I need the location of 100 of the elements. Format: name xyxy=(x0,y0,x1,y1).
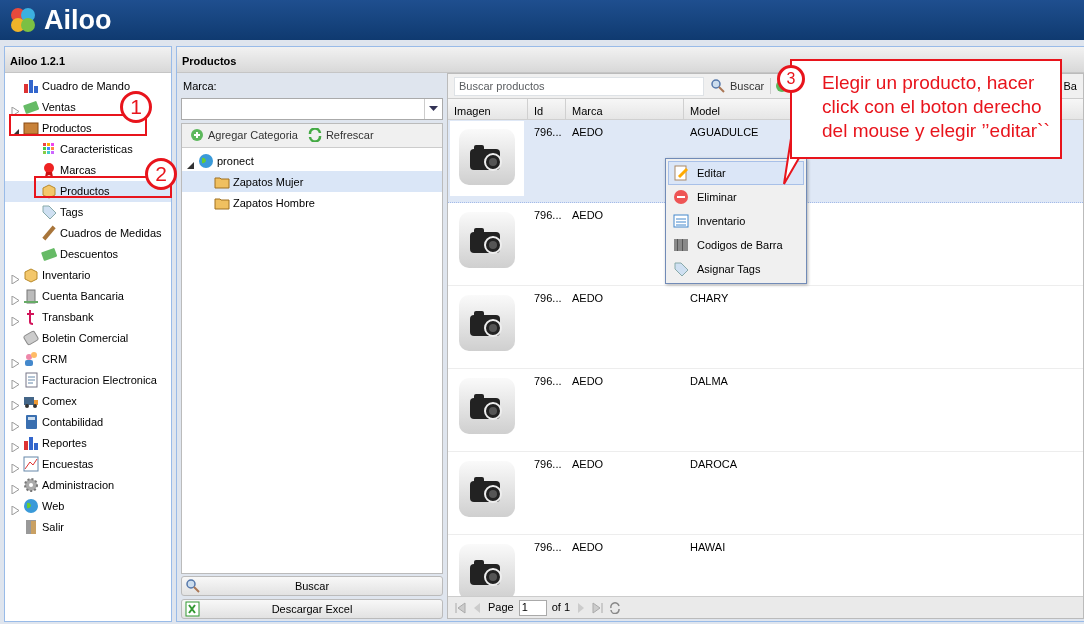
table-cell-text: AEDO xyxy=(572,291,604,306)
table-cell-text: 796... xyxy=(534,457,562,472)
table-cell-text: 796... xyxy=(534,374,562,389)
camera-icon xyxy=(469,392,505,420)
sidebar-item[interactable]: Productos xyxy=(23,120,92,137)
sidebar-item[interactable]: Encuestas xyxy=(23,456,94,473)
table-row[interactable]: 796... AEDO DAROCA xyxy=(448,452,1083,535)
sidebar-item[interactable]: Cuadros de Medidas xyxy=(41,225,162,242)
table-cell-text: DAROCA xyxy=(690,457,738,472)
last-page-icon xyxy=(592,601,605,614)
delete-icon xyxy=(673,189,689,205)
package-icon xyxy=(23,267,39,284)
building-icon xyxy=(23,288,39,305)
column-header: Model xyxy=(690,104,720,119)
table-cell-text: AEDO xyxy=(572,374,604,389)
table-cell-text: 796... xyxy=(534,540,562,555)
tag-icon xyxy=(41,204,57,221)
column-header: Imagen xyxy=(454,104,491,119)
tree-item[interactable]: Zapatos Hombre xyxy=(182,192,442,214)
sidebar-item[interactable]: Contabilidad xyxy=(23,414,104,431)
refresh-button[interactable]: Refrescar xyxy=(305,126,376,144)
camera-icon xyxy=(469,558,505,586)
expander-arrow-icon xyxy=(186,160,195,170)
add-icon xyxy=(190,128,204,142)
menu-item[interactable]: Codigos de Barra xyxy=(668,233,804,257)
chart-icon xyxy=(23,78,39,95)
menu-item[interactable]: Inventario xyxy=(668,209,804,233)
camera-icon xyxy=(469,475,505,503)
money-icon xyxy=(23,99,39,116)
first-page-icon xyxy=(454,601,466,614)
sidebar-item[interactable]: Ventas xyxy=(23,99,76,116)
table-cell-text: AEDO xyxy=(572,457,604,472)
column-header: Id xyxy=(534,104,544,119)
door-icon xyxy=(23,519,39,536)
sidebar-item[interactable]: Transbank xyxy=(23,309,94,326)
refresh-icon xyxy=(609,601,622,614)
menu-item[interactable]: Asignar Tags xyxy=(668,257,804,281)
globe-icon xyxy=(23,498,39,515)
download-button[interactable]: Descargar Excel xyxy=(181,599,443,619)
edit-icon xyxy=(673,165,689,181)
field-label: Marca: xyxy=(182,79,218,94)
table-cell-text: 796... xyxy=(534,208,562,223)
add-category-button[interactable]: Agregar Categoria xyxy=(188,126,300,144)
camera-icon xyxy=(469,309,505,337)
sidebar-item[interactable]: Cuenta Bancaria xyxy=(23,288,124,305)
table-cell-text: AEDO xyxy=(572,540,604,555)
table-row[interactable]: 796... AEDO DALMA xyxy=(448,369,1083,452)
list-icon xyxy=(673,213,689,229)
search-button[interactable]: Buscar xyxy=(708,77,767,95)
sidebar-item[interactable]: Caracteristicas xyxy=(41,141,133,158)
search-icon xyxy=(710,78,726,94)
table-cell-text: HAWAI xyxy=(690,540,726,555)
menu-item[interactable]: Editar xyxy=(668,161,804,185)
search-field[interactable]: Buscar productos xyxy=(454,76,704,96)
gear-icon xyxy=(23,477,39,494)
sidebar-item[interactable]: Facturacion Electronica xyxy=(23,372,157,389)
tree-item[interactable]: Zapatos Mujer xyxy=(182,171,442,193)
spreadsheet-icon xyxy=(185,601,201,617)
table-cell-text: AEDO xyxy=(572,208,604,223)
page-field[interactable]: 1 xyxy=(518,599,547,616)
table-cell-text: AGUADULCE xyxy=(690,125,759,140)
tag-icon xyxy=(673,261,689,277)
sidebar-item[interactable]: CRM xyxy=(23,351,68,368)
table-cell-text: 796... xyxy=(534,125,562,140)
sidebar-item[interactable]: Salir xyxy=(23,519,64,536)
sidebar-item[interactable]: Descuentos xyxy=(41,246,119,263)
table-row[interactable]: 796... AEDO CHARY xyxy=(448,286,1083,369)
pager-label: of 1 xyxy=(551,600,571,616)
pager-label: Page xyxy=(488,600,514,616)
sidebar-item[interactable]: Comex xyxy=(23,393,77,410)
sidebar-item[interactable]: Reportes xyxy=(23,435,87,452)
search-button[interactable]: Buscar xyxy=(181,576,443,597)
app-logo: Ailoo xyxy=(44,6,112,34)
search-icon xyxy=(185,578,201,595)
camera-icon xyxy=(469,143,505,171)
column-header: Marca xyxy=(572,104,603,119)
sidebar-item[interactable]: Inventario xyxy=(23,267,91,284)
sidebar-item[interactable]: Boletin Comercial xyxy=(23,330,129,347)
card-icon xyxy=(23,330,39,347)
camera-icon xyxy=(469,226,505,254)
sidebar-item[interactable]: Administracion xyxy=(23,477,115,494)
toolbar-label: Ba xyxy=(1063,78,1077,94)
refresh-icon xyxy=(307,128,322,142)
sidebar-item[interactable]: Web xyxy=(23,498,65,515)
table-cell-text: AEDO xyxy=(572,125,604,140)
sidebar-title: Ailoo 1.2.1 xyxy=(5,47,171,73)
table-cell-text: 796... xyxy=(534,291,562,306)
tree-item[interactable]: pronect xyxy=(182,150,442,172)
globe-icon xyxy=(198,152,214,169)
brand-combo[interactable] xyxy=(181,97,443,120)
document-icon xyxy=(23,372,39,389)
table-cell-text: DALMA xyxy=(690,374,728,389)
people-icon xyxy=(23,351,39,368)
sidebar-item[interactable]: Tags xyxy=(41,204,84,221)
chart-icon xyxy=(23,435,39,452)
box-icon xyxy=(23,120,39,137)
dropdown-arrow-icon xyxy=(429,105,438,112)
logo-icon xyxy=(8,5,38,35)
sidebar-item[interactable]: Marcas xyxy=(41,162,97,179)
barcode-icon xyxy=(673,237,689,253)
